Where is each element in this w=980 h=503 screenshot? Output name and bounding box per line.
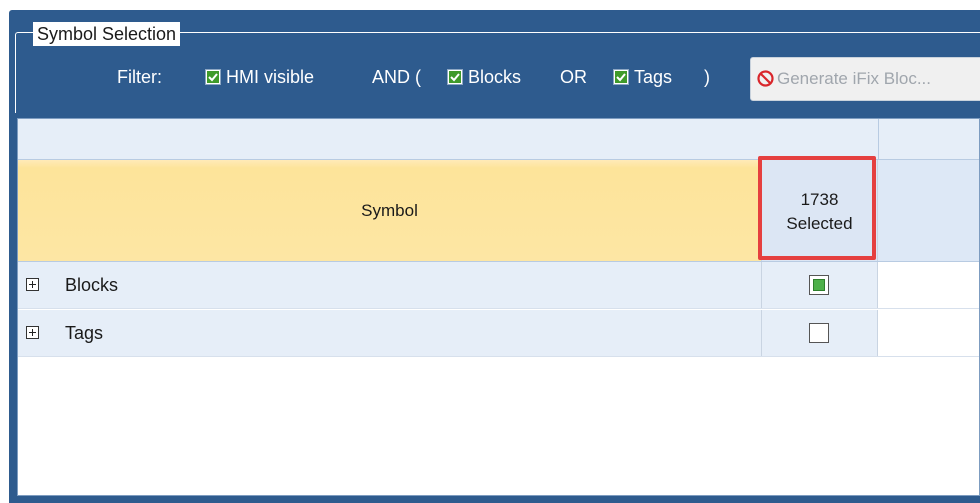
generate-button-label: Generate iFix Bloc...: [777, 69, 932, 88]
filter-or: OR: [560, 67, 587, 87]
blocks-filter-checkbox[interactable]: [447, 69, 463, 85]
table-row[interactable]: Tags: [18, 310, 979, 357]
hmi-visible-checkbox[interactable]: [205, 69, 221, 85]
row-name-cell: Blocks: [18, 262, 762, 308]
grid-column-divider: [878, 119, 879, 159]
blocks-select-checkbox[interactable]: [809, 275, 829, 295]
symbol-column-title: Symbol: [361, 201, 418, 220]
grid-group-panel: [18, 119, 979, 160]
row-name-cell: Tags: [18, 310, 762, 356]
expand-plus-icon[interactable]: [26, 278, 39, 291]
filter-label: Filter:: [117, 67, 162, 87]
row-selected-cell: [762, 310, 878, 356]
window: Symbol Selection Filter: HMI visible AND…: [0, 0, 980, 503]
generate-ifix-blocks-button[interactable]: Generate iFix Bloc...: [750, 57, 980, 101]
expand-plus-icon[interactable]: [26, 326, 39, 339]
table-row[interactable]: Blocks: [18, 262, 979, 309]
row-label: Blocks: [65, 275, 119, 295]
filter-hmi-visible[interactable]: HMI visible: [205, 66, 314, 88]
symbol-column-header[interactable]: Symbol: [18, 160, 762, 261]
row-selected-cell: [762, 262, 878, 308]
tags-select-checkbox[interactable]: [809, 323, 829, 343]
selected-column-highlight: [758, 156, 876, 260]
filter-blocks[interactable]: Blocks: [447, 66, 521, 88]
filter-close-paren: ): [704, 67, 710, 87]
no-entry-icon: [757, 70, 774, 87]
row-label: Tags: [65, 323, 104, 343]
filter-tags[interactable]: Tags: [613, 66, 672, 88]
hmi-visible-label: HMI visible: [226, 67, 315, 87]
row-empty-cell: [878, 262, 979, 308]
group-title: Symbol Selection: [33, 22, 181, 46]
blocks-filter-label: Blocks: [468, 67, 522, 87]
filter-and-open: AND (: [372, 67, 421, 87]
tags-filter-label: Tags: [634, 67, 673, 87]
row-empty-cell: [878, 310, 979, 356]
tags-filter-checkbox[interactable]: [613, 69, 629, 85]
